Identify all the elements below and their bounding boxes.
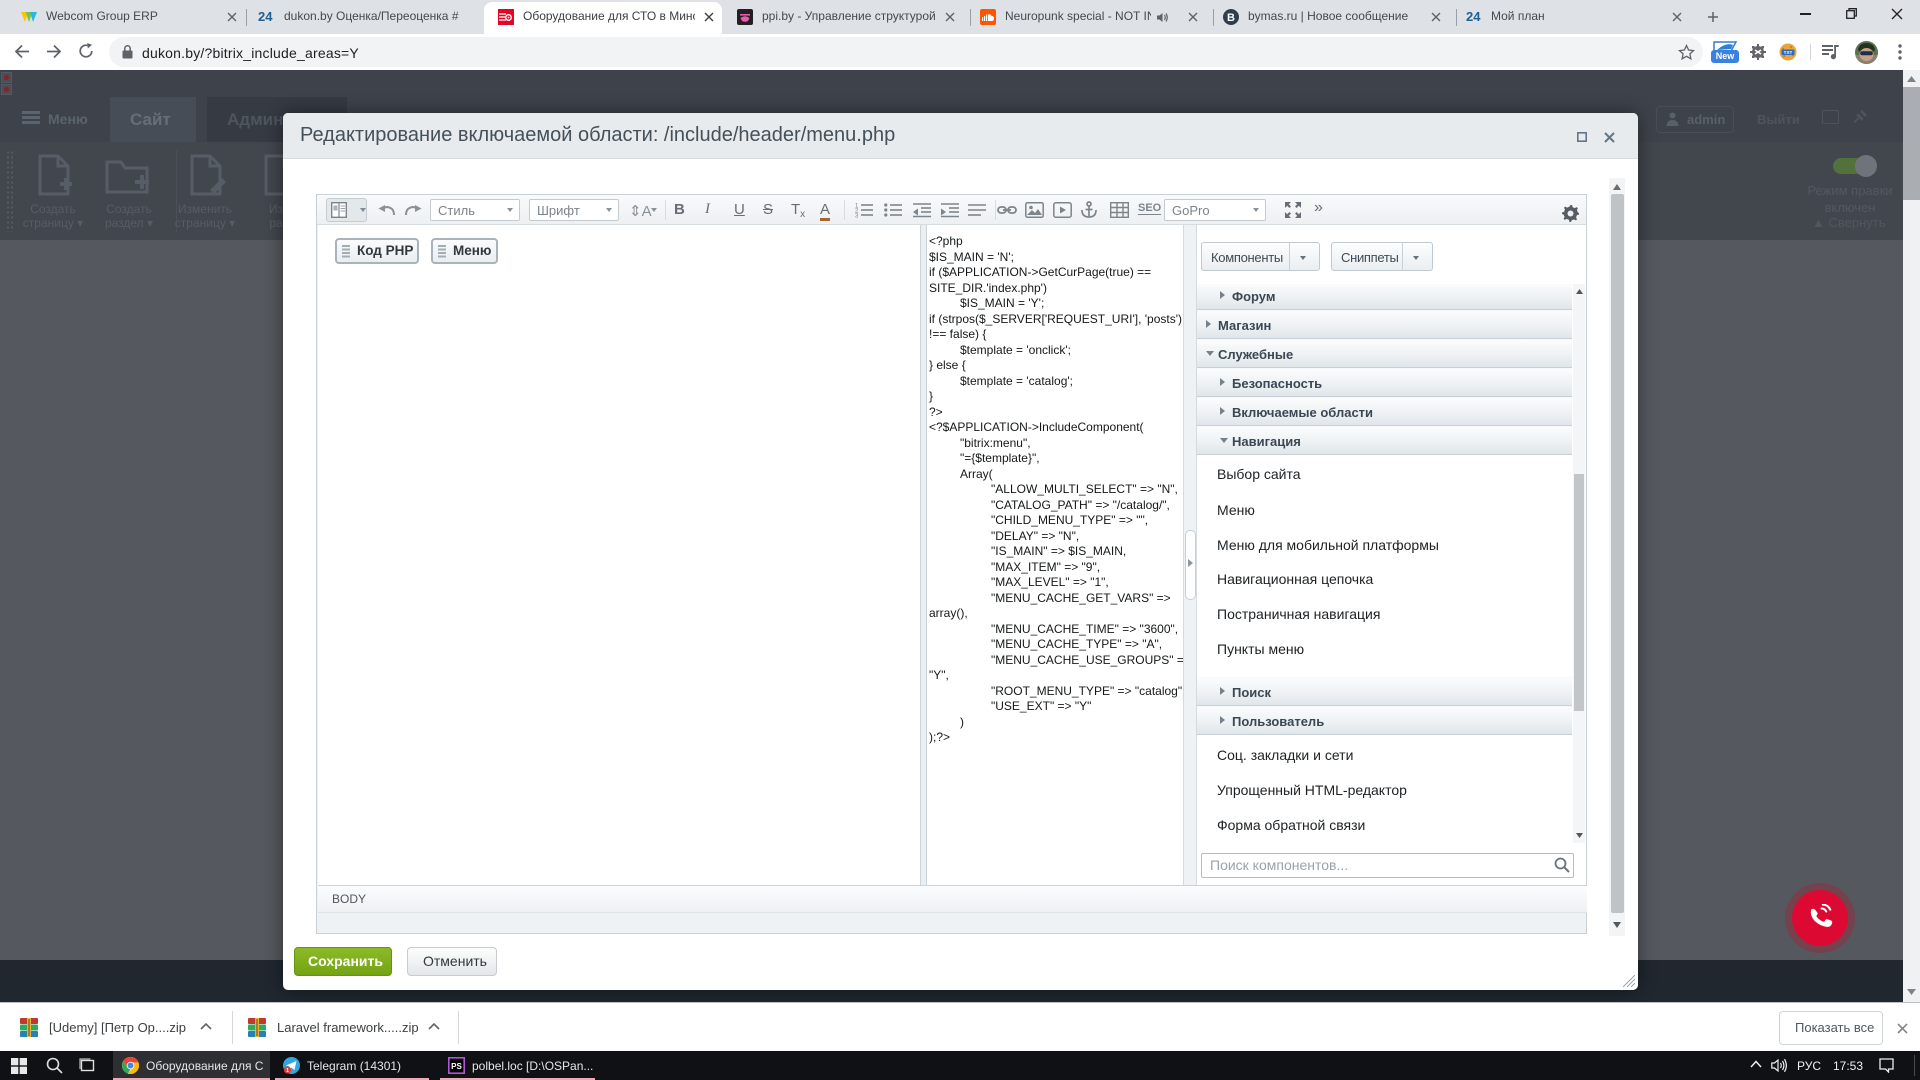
svg-text:TXT: TXT	[1784, 50, 1793, 55]
svg-text:1: 1	[286, 1068, 289, 1074]
svg-text:3: 3	[855, 214, 859, 219]
svg-text:B: B	[1227, 12, 1235, 24]
svg-text:PS: PS	[451, 1062, 462, 1071]
